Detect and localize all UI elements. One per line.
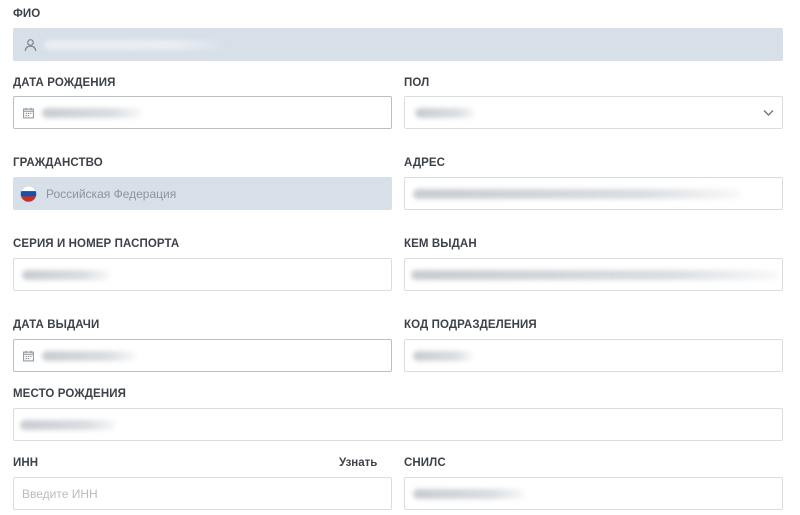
fio-redacted-value (44, 39, 224, 50)
division-code-field[interactable] (404, 339, 783, 372)
russia-flag-icon (20, 185, 37, 202)
issued-by-field[interactable] (404, 258, 783, 291)
user-icon (24, 38, 37, 51)
gender-redacted-value (415, 107, 475, 118)
fio-field[interactable] (13, 28, 783, 61)
passport-field[interactable] (13, 258, 392, 291)
inn-field[interactable] (13, 477, 392, 510)
birth-place-label: МЕСТО РОЖДЕНИЯ (13, 388, 126, 400)
citizenship-value: Российская Федерация (46, 186, 177, 201)
address-redacted-value (413, 188, 741, 199)
birth-date-redacted-value (42, 107, 142, 118)
inn-label: ИНН (13, 457, 39, 469)
issue-date-field[interactable] (13, 339, 392, 372)
calendar-icon (23, 350, 34, 361)
address-label: АДРЕС (404, 157, 446, 169)
fio-label: ФИО (13, 8, 41, 20)
division-code-redacted-value (413, 350, 473, 361)
chevron-down-icon[interactable] (763, 109, 774, 116)
snils-label: СНИЛС (404, 457, 446, 469)
passport-label: СЕРИЯ И НОМЕР ПАСПОРТА (13, 238, 180, 250)
issue-date-label: ДАТА ВЫДАЧИ (13, 319, 100, 331)
issued-by-redacted-value (411, 269, 779, 280)
issue-date-redacted-value (42, 350, 136, 361)
birth-date-field[interactable] (13, 96, 392, 129)
gender-label: ПОЛ (404, 77, 430, 89)
snils-field[interactable] (404, 477, 783, 510)
birth-date-label: ДАТА РОЖДЕНИЯ (13, 77, 116, 89)
citizenship-label: ГРАЖДАНСТВО (13, 157, 103, 169)
passport-redacted-value (22, 269, 110, 280)
citizenship-field[interactable]: Российская Федерация (13, 177, 392, 210)
birth-place-redacted-value (20, 419, 116, 430)
inn-lookup-link[interactable]: Узнать (339, 457, 377, 469)
snils-redacted-value (413, 488, 525, 499)
gender-select[interactable] (404, 96, 783, 129)
birth-place-field[interactable] (13, 408, 783, 441)
calendar-icon (23, 107, 34, 118)
issued-by-label: КЕМ ВЫДАН (404, 238, 477, 250)
address-field[interactable] (404, 177, 783, 210)
division-code-label: КОД ПОДРАЗДЕЛЕНИЯ (404, 319, 537, 331)
inn-input[interactable] (22, 486, 322, 501)
